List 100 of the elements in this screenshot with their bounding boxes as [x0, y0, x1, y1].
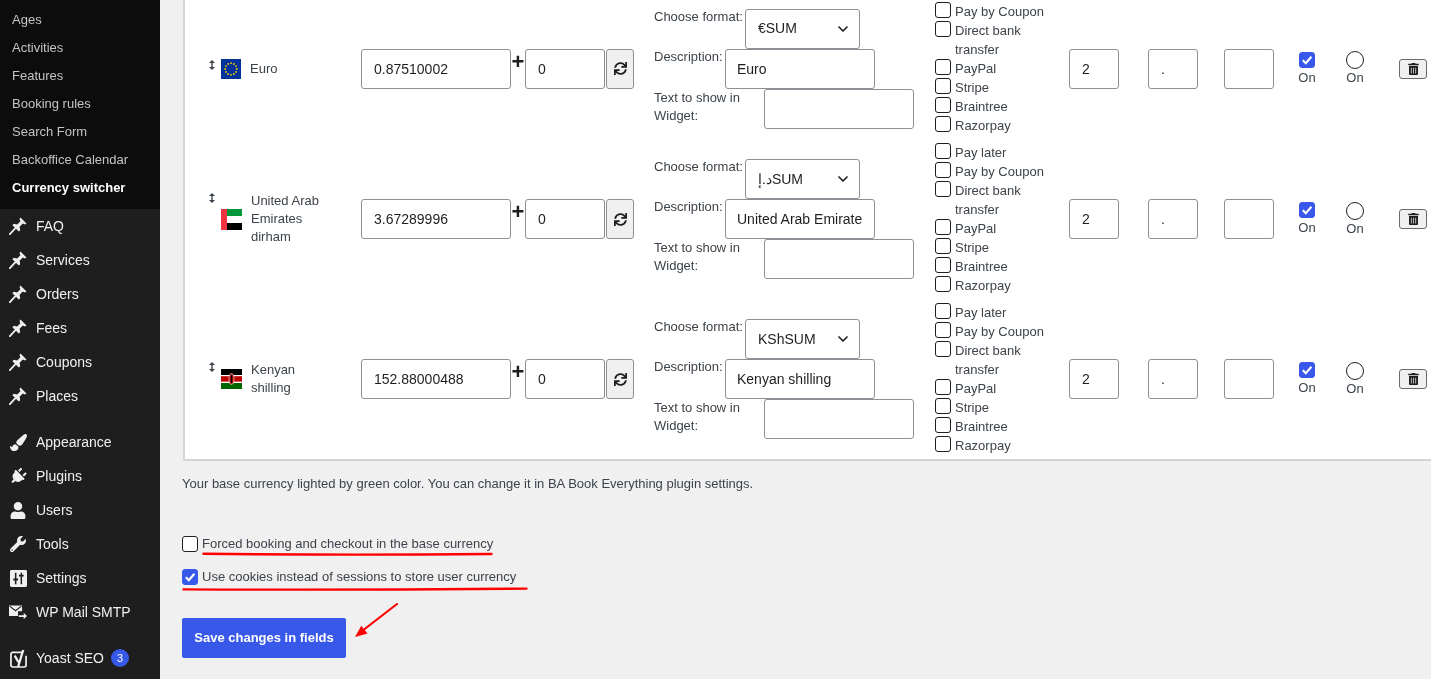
refresh-button[interactable]: [606, 359, 634, 399]
sort-handle-icon[interactable]: [209, 59, 215, 70]
radio-button[interactable]: [1346, 201, 1364, 220]
radio-button[interactable]: [1346, 51, 1364, 69]
menu-item[interactable]: WP Mail SMTP: [0, 595, 160, 629]
settings-icon: [9, 569, 27, 587]
checkbox[interactable]: [935, 436, 951, 452]
text-input[interactable]: [764, 88, 914, 129]
text-input[interactable]: Kenyan shilling: [725, 359, 875, 399]
text-input[interactable]: [1224, 48, 1274, 89]
checkbox-label: Pay later: [955, 304, 1008, 322]
text-input[interactable]: [1224, 199, 1274, 239]
sort-handle-icon[interactable]: [209, 362, 215, 372]
currency-name: Kenyan shilling: [251, 361, 297, 397]
checkbox[interactable]: [935, 257, 951, 273]
text-input[interactable]: [764, 399, 914, 439]
checkbox[interactable]: [935, 97, 951, 113]
number-input[interactable]: 152.88000488: [361, 359, 511, 399]
menu-item[interactable]: Yoast SEO 3: [0, 641, 160, 675]
delete-button[interactable]: [1399, 58, 1427, 79]
field-label: Description:: [654, 48, 724, 65]
checkbox[interactable]: [935, 162, 951, 178]
menu-item[interactable]: Tools: [0, 527, 160, 561]
trash-icon: [1407, 213, 1419, 225]
number-input[interactable]: 2: [1069, 48, 1119, 89]
number-input[interactable]: 0.87510002: [361, 48, 511, 89]
text-input[interactable]: .: [1148, 48, 1198, 89]
checkbox[interactable]: [1299, 202, 1315, 218]
submenu-item[interactable]: Ages: [0, 6, 160, 34]
checkbox[interactable]: [182, 535, 198, 552]
checkbox[interactable]: [935, 398, 951, 414]
menu-item[interactable]: Users: [0, 493, 160, 527]
number-input[interactable]: 2: [1069, 199, 1119, 239]
checkbox[interactable]: [935, 417, 951, 433]
text-input[interactable]: .: [1148, 359, 1198, 399]
menu-item[interactable]: Settings: [0, 561, 160, 595]
paintbrush-icon: [9, 433, 27, 451]
menu-item[interactable]: Appearance: [0, 425, 160, 459]
submenu-item[interactable]: Booking rules: [0, 90, 160, 118]
submenu-item[interactable]: Activities: [0, 34, 160, 62]
checkbox[interactable]: [935, 303, 951, 319]
checkbox[interactable]: [935, 21, 951, 37]
submenu-item[interactable]: Currency switcher: [0, 174, 160, 202]
radio-button[interactable]: [1346, 361, 1364, 380]
number-input[interactable]: 3.67289996: [361, 199, 511, 239]
number-input[interactable]: 2: [1069, 359, 1119, 399]
toggle-label: On: [1346, 219, 1364, 237]
checkbox[interactable]: [935, 78, 951, 94]
checkbox[interactable]: [935, 219, 951, 235]
refresh-button[interactable]: [606, 199, 634, 239]
format-select[interactable]: د.إSUM: [745, 159, 860, 199]
text-input[interactable]: United Arab Emirate: [725, 199, 875, 239]
checkbox[interactable]: [935, 143, 951, 159]
text-input[interactable]: .: [1148, 199, 1198, 239]
menu-item[interactable]: Fees: [0, 311, 160, 345]
menu-item[interactable]: Coupons: [0, 345, 160, 379]
submenu-item[interactable]: Backoffice Calendar: [0, 146, 160, 174]
submenu-item[interactable]: Search Form: [0, 118, 160, 146]
menu-item[interactable]: Plugins: [0, 459, 160, 493]
checkbox[interactable]: [935, 59, 951, 75]
trash-icon: [1407, 62, 1419, 75]
checkbox[interactable]: [935, 116, 951, 132]
text-input[interactable]: [1224, 359, 1274, 399]
checkbox[interactable]: [935, 181, 951, 197]
checkbox[interactable]: [1299, 51, 1315, 68]
checkbox[interactable]: [1299, 362, 1315, 378]
menu-item[interactable]: FAQ: [0, 209, 160, 243]
flag-icon: [221, 58, 241, 79]
text-input[interactable]: [764, 239, 914, 279]
toggle-label: On: [1346, 379, 1364, 397]
checkbox[interactable]: [935, 322, 951, 338]
delete-button[interactable]: [1399, 209, 1427, 229]
sort-handle-icon[interactable]: [209, 193, 215, 203]
checkbox[interactable]: [935, 238, 951, 254]
format-select[interactable]: KShSUM: [745, 319, 860, 359]
number-input[interactable]: 0: [525, 48, 605, 89]
flag-icon: [221, 208, 242, 230]
checkbox[interactable]: [935, 379, 951, 395]
menu-item[interactable]: Orders: [0, 277, 160, 311]
checkbox[interactable]: [935, 341, 951, 357]
save-changes-button[interactable]: Save changes in fields: [182, 618, 346, 658]
submenu-item[interactable]: Features: [0, 62, 160, 90]
field-label: Choose format:: [654, 319, 744, 335]
number-input[interactable]: 0: [525, 359, 605, 399]
menu-item[interactable]: Places: [0, 379, 160, 413]
refresh-button[interactable]: [606, 48, 634, 89]
checkbox-label: Stripe: [955, 79, 990, 97]
checkbox[interactable]: [935, 276, 951, 292]
checkbox[interactable]: [935, 2, 951, 18]
delete-button[interactable]: [1399, 369, 1427, 389]
format-select[interactable]: €SUM: [745, 8, 860, 49]
menu-item[interactable]: Services: [0, 243, 160, 277]
checkbox-label: Use cookies instead of sessions to store user currency: [202, 568, 517, 585]
text-input[interactable]: Euro: [725, 48, 875, 89]
checkbox-label: Pay by Coupon: [955, 163, 1045, 181]
toggle-label: On: [1298, 379, 1316, 396]
trash-icon: [1407, 373, 1419, 385]
checkbox-label: PayPal: [955, 220, 998, 238]
number-input[interactable]: 0: [525, 199, 605, 239]
checkbox[interactable]: [182, 568, 198, 585]
